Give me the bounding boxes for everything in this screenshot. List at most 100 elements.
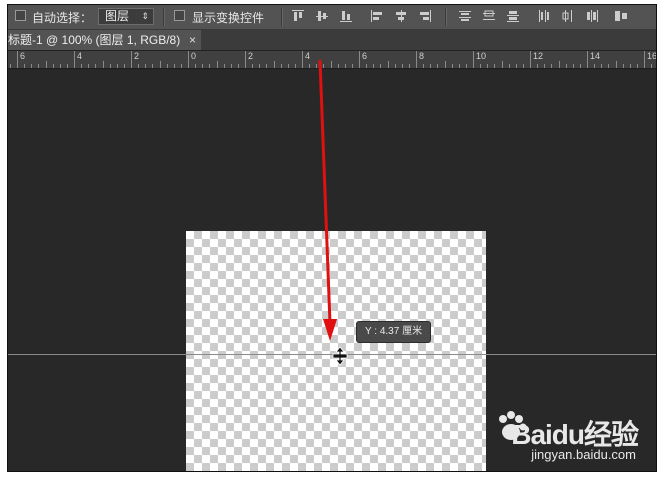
guide-position-tooltip: Y : 4.37 厘米 — [356, 321, 432, 343]
align-left-icon[interactable] — [370, 9, 384, 23]
distribute-bottom-icon[interactable] — [506, 9, 520, 23]
ruler-minor-tick — [266, 64, 268, 68]
ruler-major-tick — [74, 51, 75, 68]
ruler-minor-tick — [330, 61, 332, 68]
ruler-minor-tick — [316, 64, 318, 68]
ruler-minor-tick — [24, 64, 26, 68]
ruler-minor-tick — [38, 64, 40, 68]
ruler-minor-tick — [294, 64, 296, 68]
ruler-minor-tick — [287, 64, 289, 68]
ruler-minor-tick — [152, 64, 154, 68]
show-transform-checkbox[interactable] — [174, 10, 185, 21]
ruler-minor-tick — [216, 61, 218, 68]
distribute-left-icon[interactable] — [537, 9, 551, 23]
auto-select-label: 自动选择： — [32, 11, 93, 25]
ruler-minor-tick — [380, 64, 382, 68]
ruler-minor-tick — [451, 64, 453, 68]
ruler-minor-tick — [31, 64, 33, 68]
ruler-minor-tick — [45, 61, 47, 68]
ruler-major-tick — [131, 51, 132, 68]
ruler-minor-tick — [81, 64, 83, 68]
layer-select-dropdown[interactable]: 图层 ⇕ — [98, 8, 154, 25]
canvas-workspace[interactable]: Y : 4.37 厘米 Baidu经验 jingyan.baidu.com — [8, 69, 656, 471]
distribute-right-icon[interactable] — [585, 9, 599, 23]
auto-align-layers-icon[interactable] — [614, 9, 628, 23]
ruler-minor-tick — [558, 61, 560, 68]
ruler-minor-tick — [173, 64, 175, 68]
dropdown-arrow-icon: ⇕ — [141, 11, 149, 21]
document-tab-title: 标题-1 @ 100% (图层 1, RGB/8) — [8, 33, 181, 47]
ruler-label: 8 — [419, 51, 425, 61]
ruler-minor-tick — [323, 64, 325, 68]
ruler-label: 0 — [191, 51, 197, 61]
ruler-minor-tick — [202, 64, 204, 68]
ruler-minor-tick — [423, 64, 425, 68]
document-tab-bar: 标题-1 @ 100% (图层 1, RGB/8) × — [8, 30, 656, 51]
ruler-minor-tick — [237, 64, 239, 68]
ruler-minor-tick — [195, 64, 197, 68]
ruler-minor-tick — [608, 64, 610, 68]
ruler-minor-tick — [537, 64, 539, 68]
ruler-minor-tick — [344, 64, 346, 68]
ruler-minor-tick — [401, 64, 403, 68]
ruler-label: 2 — [248, 51, 254, 61]
separator — [163, 8, 165, 26]
document-tab[interactable]: 标题-1 @ 100% (图层 1, RGB/8) × — [8, 30, 201, 50]
auto-select-checkbox[interactable] — [15, 10, 26, 21]
ruler-minor-tick — [508, 64, 510, 68]
distribute-vertical-center-icon[interactable] — [482, 9, 496, 23]
separator — [445, 8, 447, 26]
ruler-label: 6 — [362, 51, 368, 61]
ruler-minor-tick — [351, 64, 353, 68]
ruler-minor-tick — [408, 64, 410, 68]
ruler-minor-tick — [223, 64, 225, 68]
ruler-label: 10 — [476, 51, 487, 61]
ruler-label: 2 — [134, 51, 140, 61]
ruler-label: 4 — [305, 51, 311, 61]
options-bar: 自动选择： 图层 ⇕ 显示变换控件 — [8, 5, 656, 30]
ruler-major-tick — [245, 51, 246, 68]
ruler-minor-tick — [501, 61, 503, 68]
ruler-minor-tick — [544, 64, 546, 68]
ruler-major-tick — [17, 51, 18, 68]
align-horizontal-center-icon[interactable] — [394, 9, 408, 23]
photoshop-window: 自动选择： 图层 ⇕ 显示变换控件 标题-1 @ 100% (图层 1, RGB… — [7, 4, 657, 472]
align-bottom-icon[interactable] — [339, 9, 353, 23]
ruler-minor-tick — [579, 64, 581, 68]
ruler-major-tick — [473, 51, 474, 68]
ruler-minor-tick — [487, 64, 489, 68]
ruler-minor-tick — [66, 64, 68, 68]
ruler-minor-tick — [52, 64, 54, 68]
ruler-minor-tick — [651, 64, 653, 68]
ruler-major-tick — [530, 51, 531, 68]
ruler-label: 14 — [590, 51, 601, 61]
ruler-minor-tick — [373, 64, 375, 68]
ruler-major-tick — [416, 51, 417, 68]
ruler-label: 12 — [533, 51, 544, 61]
align-top-icon[interactable] — [291, 9, 305, 23]
ruler-minor-tick — [594, 64, 596, 68]
ruler-minor-tick — [572, 64, 574, 68]
align-vertical-center-icon[interactable] — [315, 9, 329, 23]
horizontal-ruler[interactable]: 6 4 2 0 2 4 6 8 10 12 14 16 — [8, 51, 656, 69]
ruler-major-tick — [188, 51, 189, 68]
ruler-minor-tick — [230, 64, 232, 68]
ruler-minor-tick — [444, 61, 446, 68]
ruler-minor-tick — [565, 64, 567, 68]
align-right-icon[interactable] — [418, 9, 432, 23]
layer-select-value: 图层 — [105, 9, 130, 23]
distribute-horizontal-center-icon[interactable] — [561, 9, 575, 23]
ruler-minor-tick — [95, 64, 97, 68]
separator — [281, 8, 283, 26]
ruler-minor-tick — [309, 64, 311, 68]
ruler-minor-tick — [259, 64, 261, 68]
ruler-minor-tick — [273, 61, 275, 68]
ruler-minor-tick — [366, 64, 368, 68]
distribute-top-icon[interactable] — [458, 9, 472, 23]
ruler-minor-tick — [145, 64, 147, 68]
ruler-minor-tick — [9, 64, 11, 68]
ruler-minor-tick — [430, 64, 432, 68]
ruler-minor-tick — [551, 64, 553, 68]
close-icon[interactable]: × — [189, 30, 196, 50]
ruler-minor-tick — [102, 61, 104, 68]
